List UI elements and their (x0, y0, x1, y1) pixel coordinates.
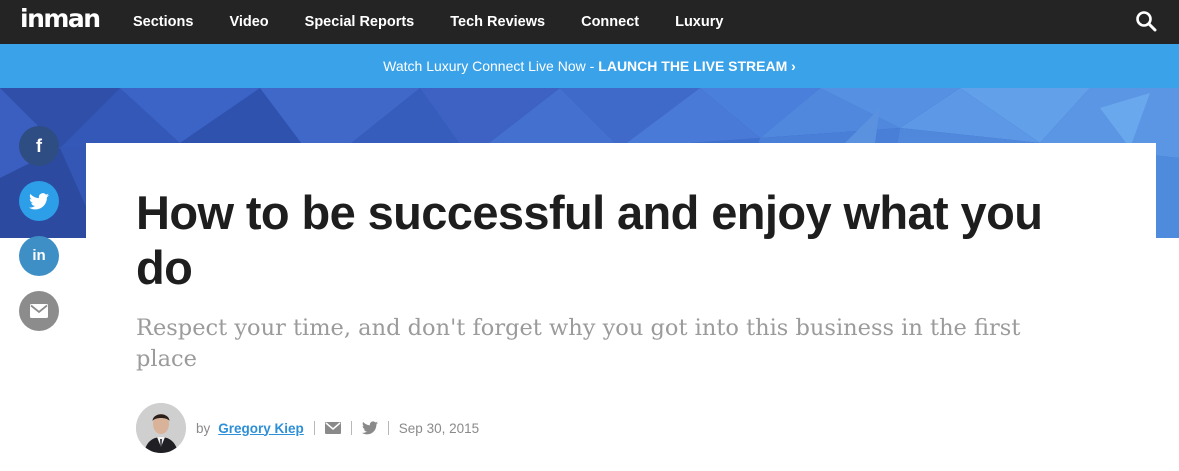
article-headline: How to be successful and enjoy what you … (136, 186, 1043, 294)
launch-live-stream-link[interactable]: LAUNCH THE LIVE STREAM › (598, 58, 796, 74)
nav-item-luxury[interactable]: Luxury (675, 14, 723, 30)
nav-item-video[interactable]: Video (229, 14, 268, 30)
byline-by-label: by (196, 420, 211, 436)
share-email-button[interactable] (19, 291, 59, 331)
live-stream-banner: Watch Luxury Connect Live Now - LAUNCH T… (0, 44, 1179, 88)
inman-logo[interactable]: inman (20, 4, 101, 34)
byline: by Gregory Kiep Sep 30, 2015 (136, 402, 479, 454)
twitter-icon (29, 192, 49, 209)
author-twitter-icon[interactable] (361, 420, 378, 436)
author-avatar[interactable] (136, 403, 186, 453)
article-header-card: How to be successful and enjoy what you … (86, 143, 1156, 471)
facebook-icon: f (36, 136, 42, 156)
share-twitter-button[interactable] (19, 181, 59, 221)
byline-divider (387, 421, 389, 435)
article-subheadline: Respect your time, and don't forget why … (136, 315, 1021, 372)
author-photo (136, 403, 186, 453)
nav-item-special-reports[interactable]: Special Reports (305, 14, 415, 30)
banner-text: Watch Luxury Connect Live Now - (383, 58, 595, 74)
share-linkedin-button[interactable]: in (19, 236, 59, 276)
nav-item-sections[interactable]: Sections (133, 14, 193, 30)
nav-item-connect[interactable]: Connect (581, 14, 639, 30)
email-icon (30, 304, 48, 318)
main-menu: Sections Video Special Reports Tech Revi… (133, 0, 759, 44)
author-name-link[interactable]: Gregory Kiep (218, 421, 304, 436)
email-author-icon[interactable] (324, 420, 341, 436)
byline-divider (313, 421, 315, 435)
top-nav: inman Sections Video Special Reports Tec… (0, 0, 1179, 44)
publish-date: Sep 30, 2015 (398, 420, 480, 436)
search-icon[interactable] (1135, 10, 1157, 32)
share-facebook-button[interactable]: f (19, 126, 59, 166)
linkedin-icon: in (32, 247, 46, 264)
nav-item-tech-reviews[interactable]: Tech Reviews (450, 14, 545, 30)
byline-divider (350, 421, 352, 435)
